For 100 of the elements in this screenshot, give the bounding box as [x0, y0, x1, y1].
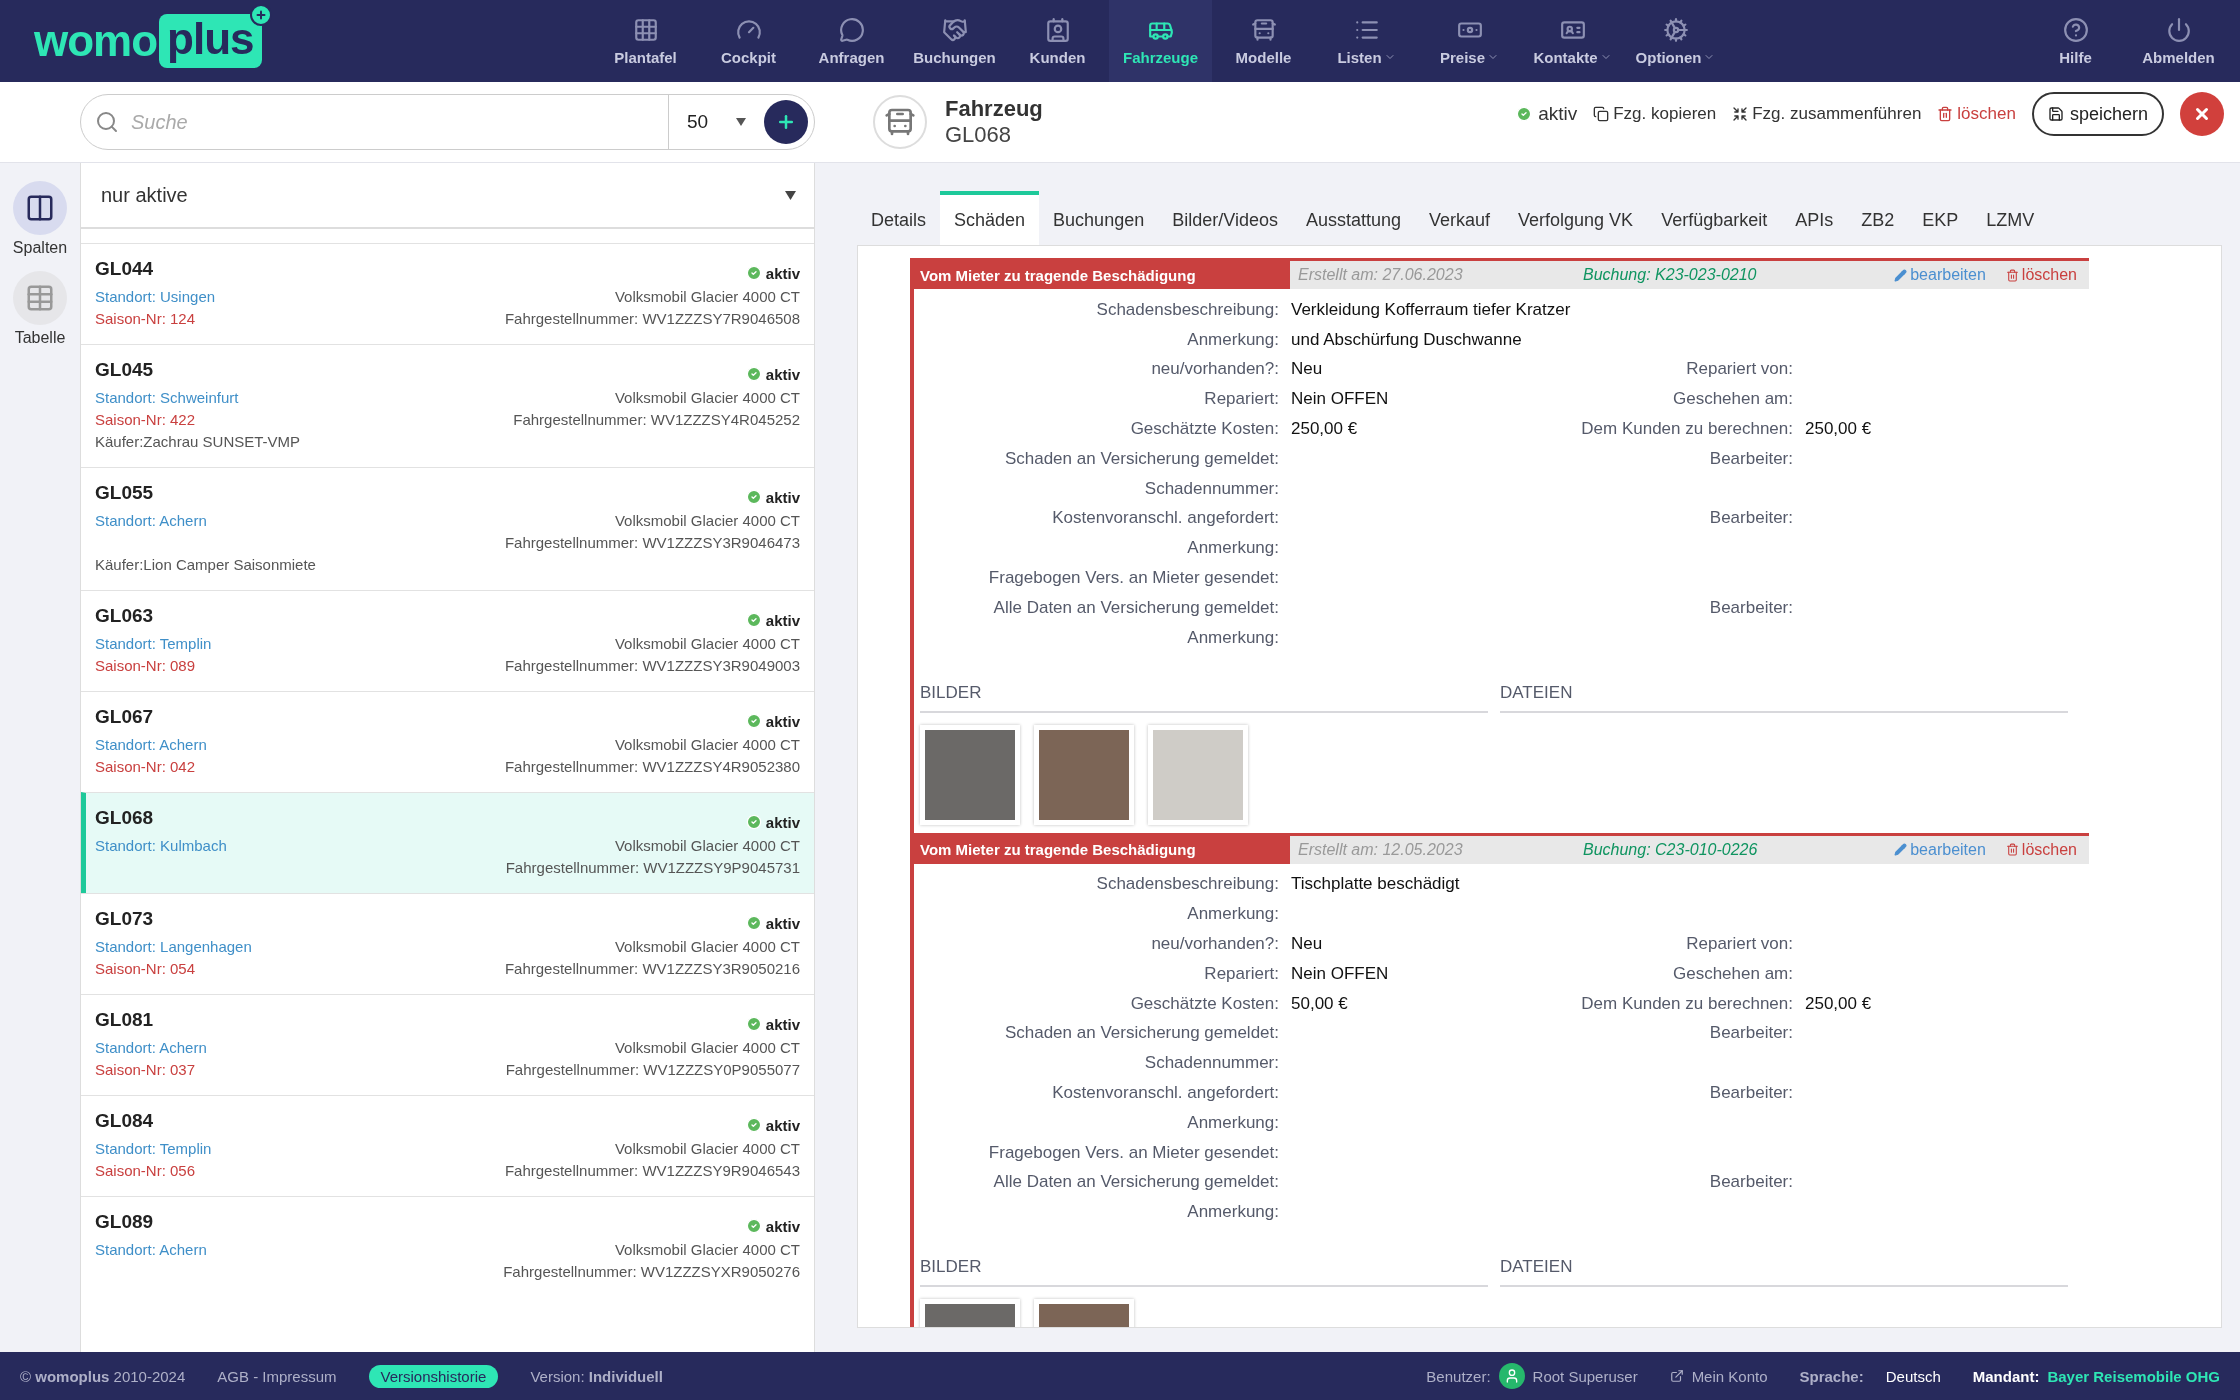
close-button[interactable]: [2180, 92, 2224, 136]
nav-item[interactable]: Modelle: [1212, 0, 1315, 82]
model-text: Volksmobil Glacier 4000 CT: [614, 1039, 800, 1058]
copy-icon: [1593, 106, 1610, 122]
vehicle-code: GL044: [95, 258, 155, 281]
user-avatar-icon: [1498, 1363, 1525, 1389]
tab[interactable]: Ausstattung: [1291, 191, 1415, 245]
tab[interactable]: EKP: [1908, 191, 1973, 245]
nav-item[interactable]: Abmelden: [2127, 0, 2230, 82]
save-button[interactable]: speichern: [2031, 92, 2164, 136]
model-text: Volksmobil Glacier 4000 CT: [614, 288, 800, 307]
field-label: Schadennummer:: [1143, 1053, 1279, 1074]
logo[interactable]: womo plus: [0, 0, 594, 82]
tab[interactable]: Schäden: [940, 191, 1040, 245]
tab[interactable]: Verfügbarkeit: [1647, 191, 1782, 245]
created-date: Erstellt am: 12.05.2023: [1298, 840, 1464, 859]
tab[interactable]: Verkauf: [1415, 191, 1505, 245]
model-text: Volksmobil Glacier 4000 CT: [614, 389, 800, 408]
trash-icon: [2005, 268, 2019, 282]
language-label: Sprache:: [1799, 1367, 1864, 1385]
external-link-icon: [1669, 1369, 1684, 1383]
tab[interactable]: ZB2: [1847, 191, 1909, 245]
field-label: Schaden an Versicherung gemeldet:: [1003, 448, 1279, 469]
nav-item[interactable]: Hilfe: [2024, 0, 2127, 82]
user-name[interactable]: Root Superuser: [1532, 1367, 1638, 1385]
tab[interactable]: LZMV: [1972, 191, 2049, 245]
merge-link[interactable]: Fzg. zusammenführen: [1732, 104, 1922, 124]
field-label: Geschätzte Kosten:: [1129, 993, 1279, 1014]
vehicle-code: GL084: [95, 1110, 155, 1133]
client-name: Bayer Reisemobile OHG: [2047, 1367, 2220, 1385]
nav-item[interactable]: Optionen: [1624, 0, 1727, 82]
status-label: aktiv: [745, 258, 800, 288]
add-button[interactable]: [764, 100, 808, 144]
vin-text: Fahrgestellnummer: WV1ZZZSY3R9046473: [504, 534, 800, 553]
field-label: Kostenvoranschl. angefordert:: [1051, 508, 1279, 529]
field-label: Geschehen am:: [1672, 963, 1793, 984]
field-label: Repariert von:: [1685, 934, 1793, 955]
tab[interactable]: Buchungen: [1039, 191, 1159, 245]
vehicle-list-item[interactable]: GL068 aktiv Standort: Kulmbach Volksmobil Glacier 4000 CT Fahrgestellnummer: WV1ZZZSY9P9045731: [81, 792, 814, 893]
field-label: neu/vorhanden?:: [1150, 359, 1279, 380]
field-label: Repariert:: [1203, 389, 1279, 410]
location-text: Standort: Schweinfurt: [95, 389, 240, 408]
nav-item[interactable]: Preise: [1418, 0, 1521, 82]
copy-link[interactable]: Fzg. kopieren: [1593, 104, 1717, 124]
vin-text: Fahrgestellnummer: WV1ZZZSY3R9049003: [504, 657, 800, 676]
check-icon: [745, 366, 762, 382]
field-value: Nein OFFEN: [1291, 389, 1390, 410]
status-label: aktiv: [745, 1211, 800, 1241]
field-label: Fragebogen Vers. an Mieter gesendet:: [987, 1142, 1279, 1163]
page-size-select[interactable]: 50: [668, 95, 758, 149]
legal-link[interactable]: AGB - Impressum: [217, 1367, 337, 1385]
language-select[interactable]: Deutsch: [1885, 1367, 1941, 1385]
location-text: Standort: Achern: [95, 1241, 208, 1260]
damage-title: Vom Mieter zu tragende Beschädigung: [914, 261, 1290, 289]
tab[interactable]: Details: [857, 191, 941, 245]
delete-link[interactable]: löschen: [2005, 840, 2077, 859]
nav-item[interactable]: Cockpit: [697, 0, 800, 82]
buyer-text: Käufer:Lion Camper Saisonmiete: [95, 556, 317, 575]
nav-item[interactable]: Buchungen: [903, 0, 1006, 82]
field-label: Alle Daten an Versicherung gemeldet:: [992, 1172, 1279, 1193]
season-number: Saison-Nr: 054: [95, 960, 197, 979]
pencil-icon: [1894, 268, 1908, 282]
nav-item[interactable]: Fahrzeuge: [1109, 0, 1212, 82]
status-label: aktiv: [745, 706, 800, 736]
field-label: Repariert von:: [1685, 359, 1793, 380]
season-number: Saison-Nr: 037: [95, 1061, 197, 1080]
version-history-button[interactable]: Versionshistorie: [368, 1364, 499, 1388]
location-text: Standort: Templin: [95, 635, 213, 654]
buyer-text: Käufer:Zachrau SUNSET-VMP: [95, 433, 302, 452]
nav-item[interactable]: Listen: [1315, 0, 1418, 82]
close-icon: [2193, 105, 2211, 123]
field-label: Anmerkung:: [1186, 538, 1279, 559]
status-label: aktiv: [745, 359, 800, 389]
tab[interactable]: Verfolgung VK: [1504, 191, 1648, 245]
status-label: aktiv: [745, 908, 800, 938]
nav-item[interactable]: Kunden: [1006, 0, 1109, 82]
delete-link[interactable]: löschen: [1937, 104, 2016, 124]
field-label: Anmerkung:: [1186, 904, 1279, 925]
detail-title: Fahrzeug: [945, 96, 1043, 122]
field-value: 250,00 €: [1291, 419, 1359, 440]
check-icon: [1516, 106, 1533, 122]
check-icon: [745, 915, 762, 931]
filter-select[interactable]: nur aktive: [81, 163, 814, 229]
location-text: Standort: Achern: [95, 512, 208, 531]
field-label: Fragebogen Vers. an Mieter gesendet:: [987, 568, 1279, 589]
field-label: Bearbeiter:: [1708, 597, 1793, 618]
nav-item[interactable]: Anfragen: [800, 0, 903, 82]
field-label: Dem Kunden zu berechnen:: [1580, 993, 1793, 1014]
nav-item[interactable]: Kontakte: [1521, 0, 1624, 82]
account-link[interactable]: Mein Konto: [1691, 1367, 1768, 1385]
model-text: Volksmobil Glacier 4000 CT: [614, 512, 800, 531]
delete-link[interactable]: löschen: [2005, 266, 2077, 284]
field-value: Neu: [1291, 934, 1324, 955]
check-icon: [745, 265, 762, 281]
tab[interactable]: APIs: [1781, 191, 1848, 245]
help-icon: [2062, 16, 2089, 43]
field-label: Anmerkung:: [1186, 1202, 1279, 1223]
tab[interactable]: Bilder/Videos: [1158, 191, 1292, 245]
field-label: Geschehen am:: [1672, 389, 1793, 410]
nav-item[interactable]: Plantafel: [594, 0, 697, 82]
